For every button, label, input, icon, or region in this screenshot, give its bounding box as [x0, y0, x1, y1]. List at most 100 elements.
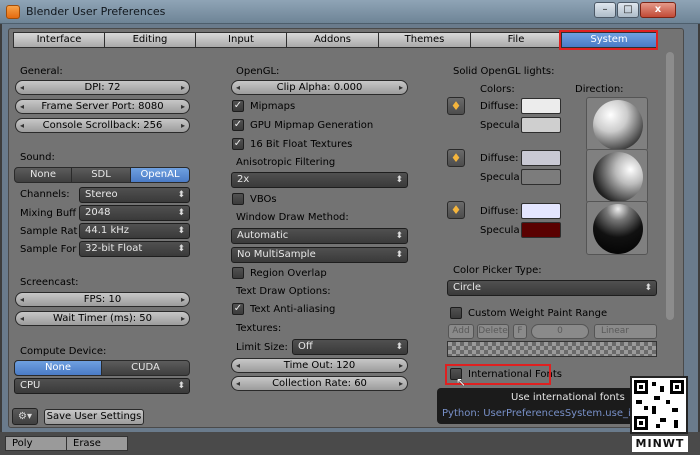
maximize-button[interactable]: □ — [617, 2, 639, 18]
screencast-label: Screencast: — [20, 277, 79, 288]
save-user-settings-button[interactable]: Save User Settings — [44, 409, 144, 425]
light-3-diffuse-label: Diffuse: — [480, 206, 519, 217]
mipmaps-label: Mipmaps — [250, 101, 296, 112]
tab-file[interactable]: File — [470, 32, 562, 48]
erase-button[interactable]: Erase — [66, 436, 128, 451]
light-3-specular-swatch[interactable] — [521, 222, 561, 238]
sound-none-button[interactable]: None — [14, 167, 72, 183]
light-3-diffuse-swatch[interactable] — [521, 203, 561, 219]
light-2-diffuse-swatch[interactable] — [521, 150, 561, 166]
tooltip-python: Python: UserPreferencesSystem.use_intern… — [442, 408, 634, 419]
anisotropic-label: Anisotropic Filtering — [236, 157, 336, 168]
sound-label: Sound: — [20, 152, 55, 163]
weight-delete-button[interactable]: Delete — [477, 324, 509, 339]
anisotropic-dropdown[interactable]: 2x — [231, 172, 408, 188]
light-1-diffuse-swatch[interactable] — [521, 98, 561, 114]
light-2-specular-swatch[interactable] — [521, 169, 561, 185]
channels-label: Channels: — [20, 189, 70, 200]
light-3-bulb-icon[interactable]: ♦ — [447, 201, 465, 219]
region-overlap-checkbox[interactable] — [232, 267, 244, 279]
textures-label: Textures: — [236, 323, 282, 334]
compute-device-label: Compute Device: — [20, 346, 107, 357]
light-2-specular-label: Specula — [480, 172, 520, 183]
scrollbar[interactable] — [666, 52, 674, 320]
wait-timer-field[interactable]: Wait Timer (ms): 50 — [15, 311, 190, 326]
close-button[interactable]: x — [640, 2, 676, 18]
mipmaps-checkbox[interactable]: ✓ — [232, 100, 244, 112]
light-1-specular-swatch[interactable] — [521, 117, 561, 133]
sample-format-label: Sample For — [20, 244, 77, 255]
time-out-field[interactable]: Time Out: 120 — [231, 358, 408, 373]
light-2-bulb-icon[interactable]: ♦ — [447, 149, 465, 167]
color-picker-type-dropdown[interactable]: Circle — [447, 280, 657, 296]
limit-size-dropdown[interactable]: Off — [292, 339, 408, 355]
channels-dropdown[interactable]: Stereo — [79, 187, 190, 203]
sample-format-dropdown[interactable]: 32-bit Float — [79, 241, 190, 257]
compute-device-dropdown[interactable]: CPU — [14, 378, 190, 394]
weight-add-button[interactable]: Add — [448, 324, 474, 339]
light-1-specular-label: Specula — [480, 120, 520, 131]
light-1-direction-sphere[interactable] — [586, 97, 648, 151]
anti-aliasing-label: Text Anti-aliasing — [250, 304, 336, 315]
light-1-bulb-icon[interactable]: ♦ — [447, 97, 465, 115]
solid-lights-label: Solid OpenGL lights: — [453, 66, 555, 77]
vbos-label: VBOs — [250, 194, 277, 205]
sound-openal-button[interactable]: OpenAL — [130, 167, 190, 183]
gpu-mipmap-checkbox[interactable]: ✓ — [232, 119, 244, 131]
float-textures-checkbox[interactable]: ✓ — [232, 138, 244, 150]
custom-weight-checkbox[interactable] — [450, 307, 462, 319]
dpi-field[interactable]: DPI: 72 — [15, 80, 190, 95]
frame-server-port-field[interactable]: Frame Server Port: 8080 — [15, 99, 190, 114]
gpu-mipmap-label: GPU Mipmap Generation — [250, 120, 374, 131]
anti-aliasing-checkbox[interactable]: ✓ — [232, 303, 244, 315]
weight-f-button[interactable]: F — [513, 324, 527, 339]
fps-field[interactable]: FPS: 10 — [15, 292, 190, 307]
tab-interface[interactable]: Interface — [13, 32, 105, 48]
region-overlap-label: Region Overlap — [250, 268, 327, 279]
weight-interpolation-dropdown[interactable]: Linear — [594, 324, 657, 339]
opengl-label: OpenGL: — [236, 66, 280, 77]
tab-themes[interactable]: Themes — [378, 32, 471, 48]
light-3-direction-sphere[interactable] — [586, 201, 648, 255]
window-title: Blender User Preferences — [26, 5, 166, 18]
light-3-specular-label: Specula — [480, 225, 520, 236]
tooltip-title: Use international fonts — [511, 392, 625, 403]
mouse-cursor-icon: ↖ — [456, 375, 467, 389]
sample-rate-label: Sample Rat — [20, 226, 78, 237]
tab-editing[interactable]: Editing — [104, 32, 196, 48]
colors-label: Colors: — [480, 84, 515, 95]
highlight-system-tab — [559, 30, 658, 50]
tooltip: Use international fonts Python: UserPref… — [437, 388, 634, 424]
compute-none-button[interactable]: None — [14, 360, 102, 376]
mixing-buffer-dropdown[interactable]: 2048 — [79, 205, 190, 221]
float-textures-label: 16 Bit Float Textures — [250, 139, 353, 150]
editor-type-icon[interactable]: ⚙▾ — [12, 408, 38, 425]
clip-alpha-field[interactable]: Clip Alpha: 0.000 — [231, 80, 408, 95]
multisample-dropdown[interactable]: No MultiSample — [231, 247, 408, 263]
weight-position-field[interactable]: 0 — [531, 324, 589, 339]
custom-weight-label: Custom Weight Paint Range — [468, 308, 608, 319]
light-1-diffuse-label: Diffuse: — [480, 101, 519, 112]
weight-color-ramp[interactable] — [447, 341, 657, 357]
light-2-direction-sphere[interactable] — [586, 149, 648, 203]
qr-code-watermark — [630, 376, 688, 434]
minimize-button[interactable]: – — [594, 2, 616, 18]
color-picker-type-label: Color Picker Type: — [453, 265, 542, 276]
console-scrollback-field[interactable]: Console Scrollback: 256 — [15, 118, 190, 133]
tab-input[interactable]: Input — [195, 32, 287, 48]
compute-cuda-button[interactable]: CUDA — [101, 360, 190, 376]
poly-button[interactable]: Poly — [5, 436, 67, 451]
tab-addons[interactable]: Addons — [286, 32, 379, 48]
limit-size-label: Limit Size: — [236, 342, 288, 353]
watermark-text: MINWT — [632, 436, 688, 452]
window-draw-dropdown[interactable]: Automatic — [231, 228, 408, 244]
vbos-checkbox[interactable] — [232, 193, 244, 205]
direction-label: Direction: — [575, 84, 624, 95]
text-draw-label: Text Draw Options: — [236, 286, 331, 297]
mixing-buffer-label: Mixing Buff — [20, 208, 77, 219]
light-2-diffuse-label: Diffuse: — [480, 153, 519, 164]
collection-rate-field[interactable]: Collection Rate: 60 — [231, 376, 408, 391]
sample-rate-dropdown[interactable]: 44.1 kHz — [79, 223, 190, 239]
sound-sdl-button[interactable]: SDL — [71, 167, 131, 183]
general-label: General: — [20, 66, 63, 77]
